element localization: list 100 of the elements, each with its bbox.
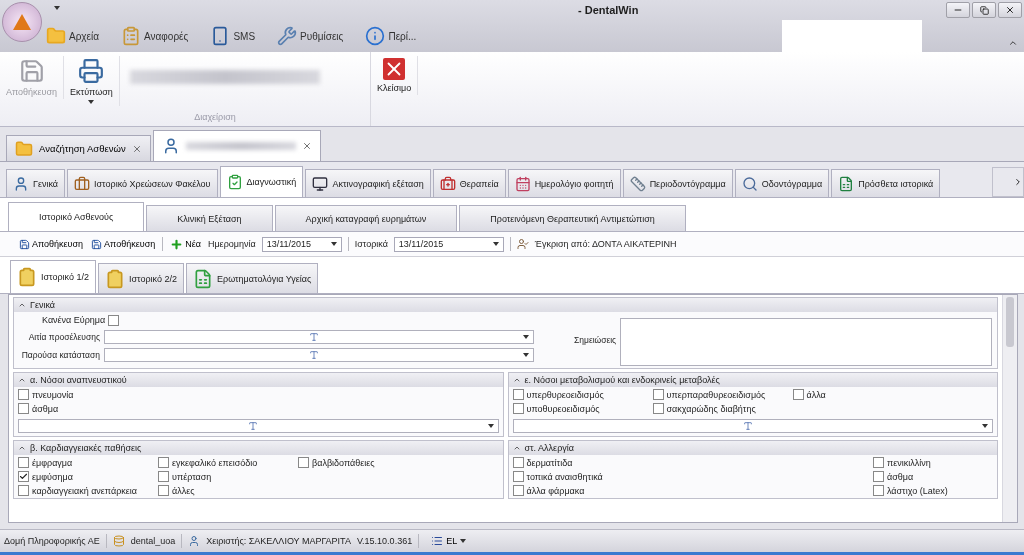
caret-icon: [330, 242, 337, 246]
tab[interactable]: Ημερολόγιο φοιτητή: [507, 169, 621, 197]
menu-icon: [365, 26, 386, 46]
ribbon-button[interactable]: Εκτύπωση: [64, 56, 120, 106]
version-text: V.15.10.0.361: [356, 536, 413, 546]
menu-item[interactable]: Ρυθμίσεις: [275, 24, 346, 48]
ribbon-collapse-icon[interactable]: [1008, 38, 1018, 48]
chevron-right-icon: [1013, 177, 1023, 187]
save-button[interactable]: Αποθήκευση: [18, 237, 85, 251]
close-icon[interactable]: [301, 141, 312, 151]
tab[interactable]: Ιστορικό 2/2: [98, 263, 185, 293]
tab[interactable]: Ιστορικό 1/2: [10, 260, 96, 293]
collapse-icon[interactable]: [18, 444, 26, 452]
save-icon: [19, 238, 30, 250]
collapse-icon[interactable]: [512, 444, 521, 452]
close-icon[interactable]: [131, 143, 142, 154]
tab[interactable]: Αρχική καταγραφή ευρημάτων: [274, 205, 458, 231]
menu-item[interactable]: SMS: [208, 24, 258, 48]
combo-field[interactable]: [18, 419, 499, 433]
menu-item[interactable]: Αναφορές: [119, 24, 191, 48]
save-button[interactable]: Αποθήκευση: [90, 237, 157, 251]
tab[interactable]: Ιστορικό Χρεώσεων Φακέλου: [67, 169, 218, 197]
tab[interactable]: Ερωτηματολόγια Υγείας: [186, 263, 319, 293]
combo-field[interactable]: [512, 419, 993, 433]
date-field[interactable]: 13/11/2015: [261, 236, 342, 252]
document-tab[interactable]: Αναζήτηση Ασθενών: [6, 135, 151, 161]
checkbox-item[interactable]: πενικιλλίνη: [873, 457, 993, 468]
tab[interactable]: Διαγνωστική: [219, 166, 304, 197]
field-label: Αιτία προσέλευσης: [27, 332, 100, 342]
date-field[interactable]: 13/11/2015: [393, 236, 504, 252]
document-tab[interactable]: [152, 130, 321, 161]
tab[interactable]: Προτεινόμενη Θεραπευτική Αντιμετώπιση: [459, 205, 686, 231]
caret-icon: [523, 335, 529, 339]
tab[interactable]: Πρόσθετα ιστορικά: [831, 169, 941, 197]
checkbox-item[interactable]: άλλα φάρμακα: [512, 485, 873, 496]
checkbox-item[interactable]: άλλα: [792, 389, 993, 400]
combo-field[interactable]: [104, 348, 534, 362]
language-button[interactable]: EL: [425, 534, 473, 548]
notes-field[interactable]: [620, 318, 992, 366]
tab[interactable]: Γενικά: [6, 169, 66, 197]
collapse-icon[interactable]: [512, 376, 521, 384]
checkbox-item[interactable]: εμφύσημα: [18, 471, 158, 482]
ribbon-button[interactable]: Κλείσιμο: [371, 56, 419, 95]
menu-item[interactable]: Αρχεία: [44, 24, 102, 48]
logo-icon: [13, 14, 31, 30]
restore-button[interactable]: [972, 2, 996, 18]
tab[interactable]: Ιστορικό Ασθενούς: [8, 202, 145, 231]
group-label: Διαχείριση: [193, 111, 237, 124]
tab[interactable]: Θεραπεία: [432, 169, 506, 197]
user-icon: [516, 238, 529, 250]
scrollbar[interactable]: [1002, 295, 1017, 522]
section-title: α. Νόσοι αναπνευστικού: [30, 375, 127, 385]
quick-access-caret-icon[interactable]: [54, 6, 60, 10]
checkbox-item[interactable]: σακχαρώδης διαβήτης: [652, 403, 793, 414]
tab[interactable]: Ακτινογραφική εξέταση: [305, 169, 431, 197]
checkbox-item[interactable]: έμφραγμα: [18, 457, 158, 468]
scroll-thumb[interactable]: [1006, 297, 1014, 347]
section-title: στ. Αλλεργία: [524, 443, 574, 453]
checkbox-item[interactable]: Κανένα Εύρημα: [42, 314, 120, 326]
caret-icon: [523, 353, 529, 357]
close-button[interactable]: [998, 2, 1022, 18]
checkbox-item[interactable]: λάστιχο (Latex): [873, 485, 993, 496]
clipboard-icon: [193, 268, 214, 289]
tab[interactable]: Κλινική Εξέταση: [146, 205, 273, 231]
checkbox-item[interactable]: άσθμα: [873, 471, 993, 482]
database-text: dental_uoa: [130, 536, 176, 546]
checkbox-item[interactable]: άλλες: [158, 485, 298, 496]
checkbox-item[interactable]: υπέρταση: [158, 471, 298, 482]
checkbox-item[interactable]: τοπικά αναισθητικά: [512, 471, 873, 482]
checkbox-item[interactable]: καρδιαγγειακή ανεπάρκεια: [18, 485, 158, 496]
app-menu-button[interactable]: [2, 2, 42, 42]
minimize-button[interactable]: [946, 2, 970, 18]
checkbox-item[interactable]: βαλβιδοπάθειες: [298, 457, 499, 468]
checkbox-item[interactable]: υποθυρεοειδισμός: [512, 403, 653, 414]
checkbox-item[interactable]: δερματίτιδα: [512, 457, 873, 468]
collapse-icon[interactable]: [18, 376, 26, 384]
plus-icon: [170, 237, 184, 251]
save-icon: [91, 238, 103, 250]
history-label: Ιστορικά: [354, 239, 388, 249]
tab[interactable]: Οδοντόγραμμα: [734, 169, 830, 197]
checkbox-item[interactable]: υπερθυρεοειδισμός: [512, 389, 653, 400]
save-icon: [18, 58, 45, 84]
text-format-icon: [309, 332, 319, 342]
checkbox-item[interactable]: εγκεφαλικό επεισόδιο: [158, 457, 298, 468]
combo-field[interactable]: [104, 330, 534, 344]
tab[interactable]: Περιοδοντόγραμμα: [622, 169, 733, 197]
menu-item[interactable]: Περί...: [363, 24, 419, 48]
checkbox-item[interactable]: πνευμονία: [18, 389, 158, 400]
collapse-icon[interactable]: [18, 301, 26, 309]
tab-icon: [838, 175, 855, 192]
checkbox-item[interactable]: άσθμα: [18, 403, 158, 414]
checkbox-item[interactable]: υπερπαραθυρεοειδισμός: [652, 389, 793, 400]
tab-icon: [629, 175, 646, 192]
close-icon: [1005, 5, 1015, 15]
new-button[interactable]: Νέα: [169, 236, 202, 252]
caret-icon: [88, 100, 95, 104]
section-title: ε. Νόσοι μεταβολισμού και ενδοκρινείς μεταβολές: [524, 375, 720, 385]
section-title: Γενικά: [30, 300, 56, 310]
check-icon: [19, 472, 28, 481]
tab-icon: [226, 174, 243, 190]
